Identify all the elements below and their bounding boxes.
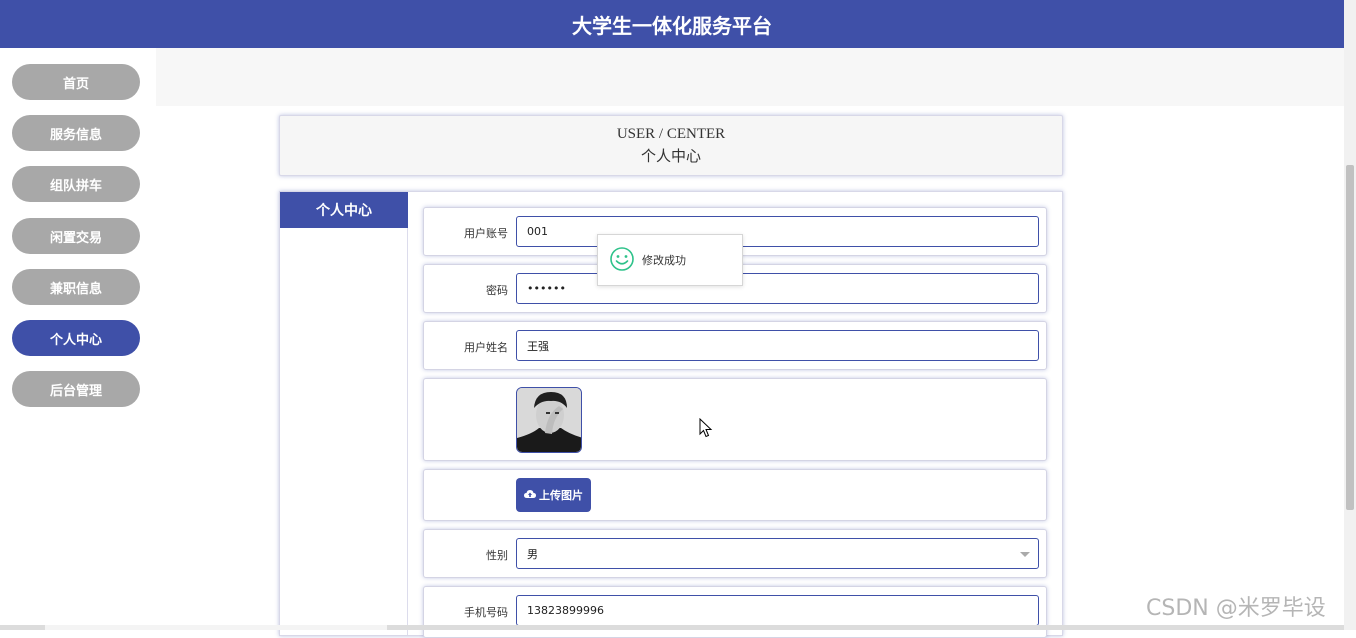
nav-home[interactable]: 首页 [12,64,140,100]
nav-admin[interactable]: 后台管理 [12,371,140,407]
nav-second-hand[interactable]: 闲置交易 [12,218,140,254]
account-input[interactable]: 001 [516,216,1039,247]
gender-label: 性别 [486,549,508,562]
nav-carpool[interactable]: 组队拼车 [12,166,140,202]
nav-service-info[interactable]: 服务信息 [12,115,140,151]
nav-user-center[interactable]: 个人中心 [12,320,140,356]
smile-icon [610,246,634,274]
cloud-upload-icon [524,489,536,502]
page-title-cn: 个人中心 [640,147,701,165]
side-tab-user-center[interactable]: 个人中心 [280,192,408,228]
nav-part-time[interactable]: 兼职信息 [12,269,140,305]
success-toast: 修改成功 [597,234,743,286]
app-title: 大学生一体化服务平台 [572,13,772,38]
phone-row: 手机号码 13823899996 [423,586,1047,638]
upload-row: 上传图片 [423,469,1047,521]
toast-message: 修改成功 [642,254,686,267]
name-input[interactable]: 王强 [516,330,1039,361]
avatar-row [423,378,1047,461]
sidebar: 首页 服务信息 组队拼车 闲置交易 兼职信息 个人中心 后台管理 [0,48,156,630]
password-input[interactable]: •••••• [516,273,1039,304]
panel-side-menu: 个人中心 [280,192,408,635]
password-label: 密码 [486,284,508,297]
name-label: 用户姓名 [464,341,508,354]
app-header: 大学生一体化服务平台 [0,0,1344,48]
name-row: 用户姓名 王强 [423,321,1047,370]
vertical-scroll-thumb[interactable] [1346,165,1354,510]
horizontal-scrollbar[interactable] [0,625,1344,630]
avatar-image [516,387,582,453]
gender-row: 性别 男 [423,529,1047,578]
page-title-box: USER / CENTER 个人中心 [279,115,1063,176]
phone-input[interactable]: 13823899996 [516,595,1039,626]
phone-label: 手机号码 [464,606,508,619]
gender-select[interactable]: 男 [516,538,1039,569]
banner-area [156,48,1344,106]
vertical-scrollbar[interactable] [1344,0,1356,630]
page-title-en: USER / CENTER [616,126,726,142]
horizontal-scroll-thumb[interactable] [45,625,387,630]
account-label: 用户账号 [464,227,508,240]
mouse-pointer-icon [699,417,713,443]
upload-image-button[interactable]: 上传图片 [516,478,591,512]
watermark-text: CSDN @米罗毕设 [1146,596,1326,621]
dropdown-caret-icon [1020,552,1030,557]
